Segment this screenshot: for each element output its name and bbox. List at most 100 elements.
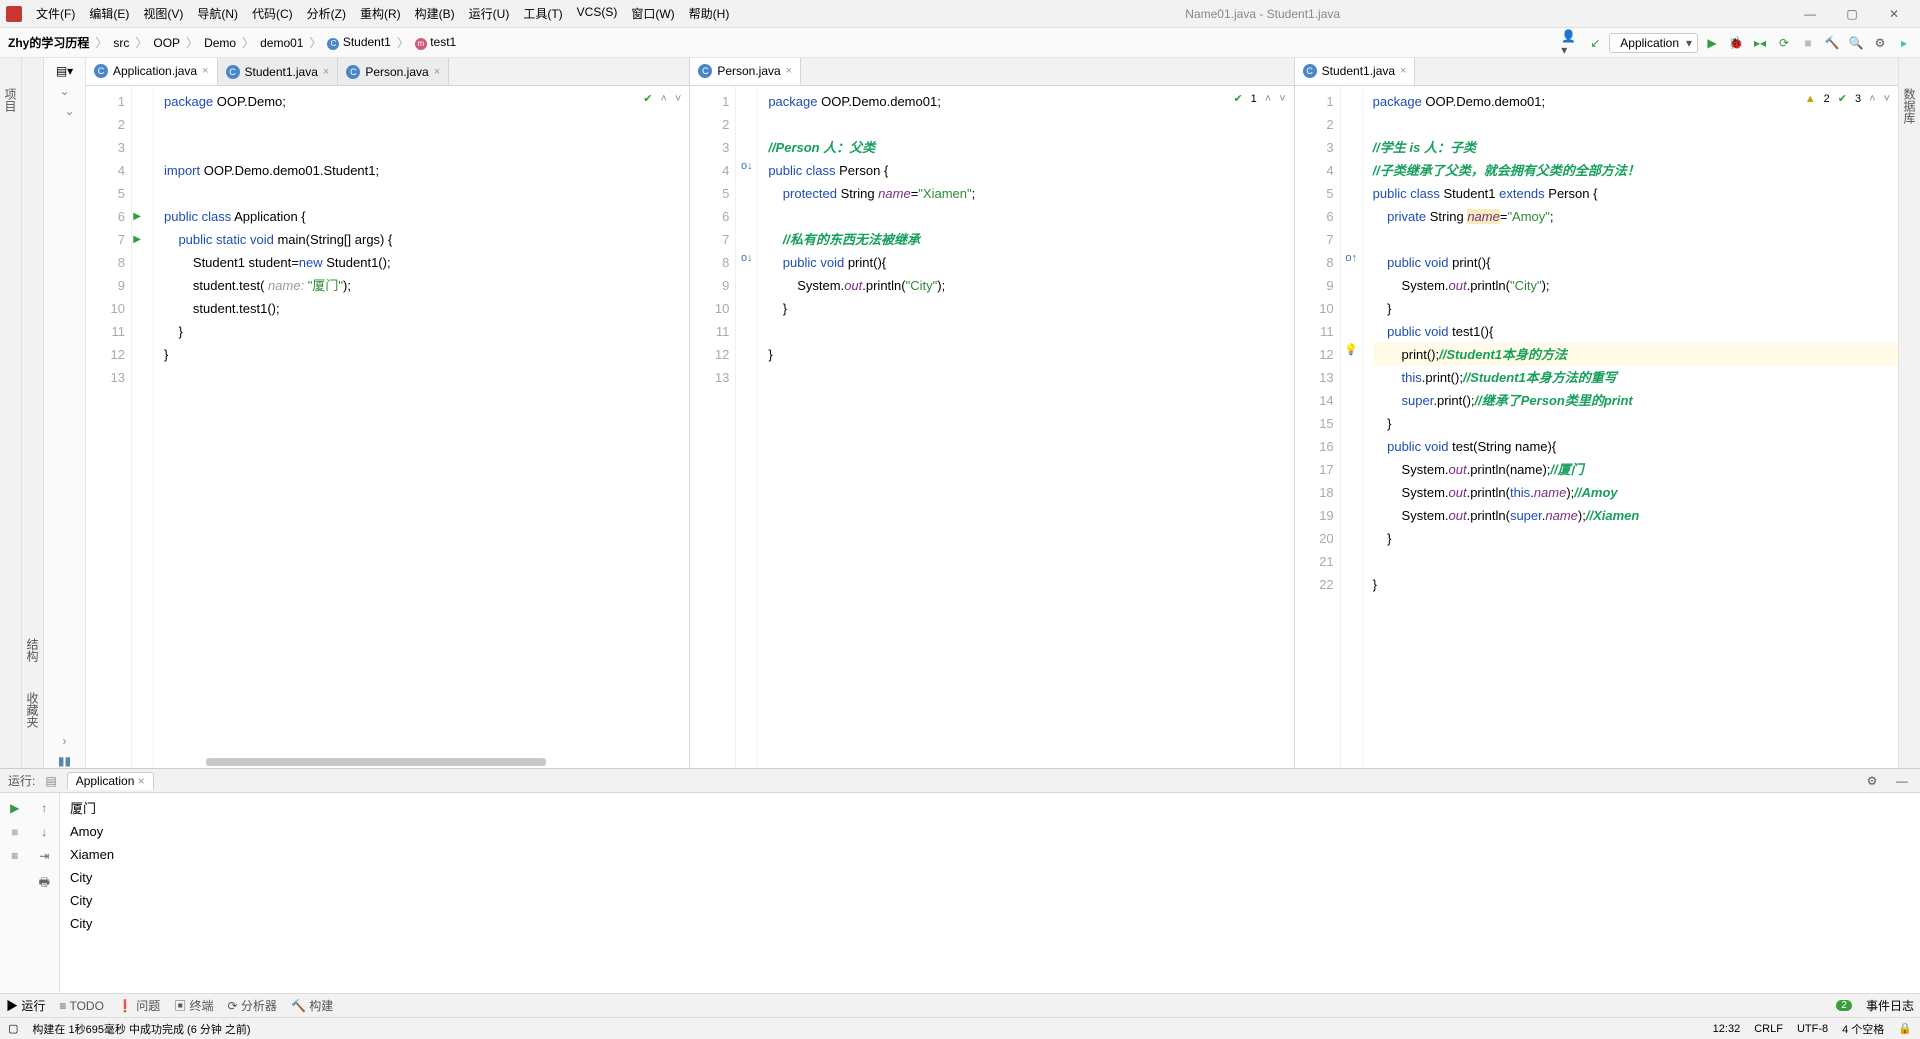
stop-button[interactable]: ■ <box>1798 33 1818 53</box>
breadcrumb-item[interactable]: C Student1 <box>325 34 392 51</box>
breadcrumb-item[interactable]: Demo <box>202 35 238 51</box>
settings-icon[interactable]: ⚙ <box>1870 33 1890 53</box>
bottom-tool-tab[interactable]: ≡ TODO <box>59 997 104 1014</box>
menu-item[interactable]: 工具(T) <box>517 3 568 24</box>
inspection-widget[interactable]: ✔1˄˅ <box>1233 92 1285 105</box>
menu-item[interactable]: 文件(F) <box>30 3 81 24</box>
bottom-tool-tab[interactable]: ▶ 运行 <box>6 997 45 1014</box>
breadcrumb-item[interactable]: m test1 <box>413 34 458 51</box>
gutter-icons[interactable]: o↑ 💡 <box>1341 86 1363 768</box>
breadcrumb-item[interactable]: Zhy的学习历程 <box>6 33 91 52</box>
intention-bulb-icon[interactable]: 💡 <box>1344 339 1358 362</box>
menu-item[interactable]: 构建(B) <box>409 3 461 24</box>
line-number-gutter[interactable]: 12345678910111213 <box>86 86 132 768</box>
structure-tool-label[interactable]: 结构 <box>24 638 41 662</box>
add-user-icon[interactable]: 👤▾ <box>1561 33 1581 53</box>
run-configuration-selector[interactable]: Application <box>1609 33 1698 53</box>
maximize-button[interactable]: ▢ <box>1832 7 1872 21</box>
up-icon[interactable]: ↑ <box>41 801 47 815</box>
close-tab-icon[interactable]: × <box>202 65 208 77</box>
editor-tab[interactable]: CStudent1.java× <box>1295 58 1416 85</box>
stats-icon[interactable]: ▮▮ <box>58 754 71 768</box>
print-icon[interactable]: 🖶 <box>39 873 50 894</box>
bottom-tool-tab[interactable]: ▣ 终端 <box>174 997 213 1014</box>
prev-highlight-icon[interactable]: ˄ <box>1869 93 1875 105</box>
close-tab-icon[interactable]: × <box>786 65 792 77</box>
menu-item[interactable]: VCS(S) <box>571 3 624 24</box>
stop-run-icon[interactable]: ■ <box>11 825 18 839</box>
menu-item[interactable]: 运行(U) <box>463 3 516 24</box>
code-editor[interactable]: package OOP.Demo.demo01;//学生 is 人：子类//子类… <box>1363 86 1898 768</box>
status-line-sep[interactable]: CRLF <box>1754 1023 1783 1035</box>
next-highlight-icon[interactable]: ˅ <box>1884 93 1890 105</box>
tool-settings-icon[interactable]: ⚙ <box>1862 771 1882 791</box>
menu-item[interactable]: 分析(Z) <box>301 3 352 24</box>
editor-tab[interactable]: CPerson.java× <box>690 58 801 85</box>
database-tool-label[interactable]: 数据库 <box>1901 88 1918 124</box>
collapse-icon[interactable]: ⌄ <box>59 84 69 98</box>
next-highlight-icon[interactable]: ˅ <box>675 93 681 105</box>
bottom-tool-tab[interactable]: ⟳ 分析器 <box>228 997 277 1014</box>
rerun-icon[interactable]: ▶ <box>10 801 19 815</box>
collapse-icon-2[interactable]: ⌄ <box>64 104 74 118</box>
exit-icon[interactable]: ≡ <box>11 849 18 863</box>
prev-highlight-icon[interactable]: ˄ <box>1265 93 1271 105</box>
status-caret-pos[interactable]: 12:32 <box>1713 1023 1741 1035</box>
project-view-collapsed[interactable]: ▤▾ ⌄ ⌄ › ▮▮ <box>44 58 86 768</box>
expand-icon[interactable]: › <box>63 734 67 748</box>
menu-item[interactable]: 视图(V) <box>137 3 189 24</box>
status-indent[interactable]: 4 个空格 <box>1842 1021 1884 1037</box>
menu-item[interactable]: 导航(N) <box>191 3 244 24</box>
line-number-gutter[interactable]: 12345678910111213141516171819202122 <box>1295 86 1341 768</box>
favorites-tool-label[interactable]: 收藏夹 <box>24 692 41 728</box>
breadcrumb-item[interactable]: src <box>111 35 131 51</box>
menu-item[interactable]: 重构(R) <box>354 3 407 24</box>
inspection-widget[interactable]: ▲2✔3˄˅ <box>1805 92 1890 105</box>
prev-highlight-icon[interactable]: ˄ <box>660 93 666 105</box>
run-tab-application[interactable]: Application × <box>67 772 154 790</box>
debug-button[interactable]: 🐞 <box>1726 33 1746 53</box>
menu-item[interactable]: 帮助(H) <box>683 3 736 24</box>
breadcrumb-item[interactable]: OOP <box>151 35 182 51</box>
editor-tab[interactable]: CApplication.java× <box>86 58 218 85</box>
override-icon[interactable]: o↓ <box>741 247 753 270</box>
gutter-icons[interactable]: o↓ o↓ <box>736 86 758 768</box>
code-editor[interactable]: package OOP.Demo;import OOP.Demo.demo01.… <box>154 86 689 768</box>
run-button[interactable]: ▶ <box>1702 33 1722 53</box>
down-icon[interactable]: ↓ <box>41 825 47 839</box>
close-tab-icon[interactable]: × <box>1400 65 1406 77</box>
close-tab-icon[interactable]: × <box>323 66 329 78</box>
menu-item[interactable]: 窗口(W) <box>625 3 680 24</box>
horizontal-scrollbar[interactable] <box>206 758 546 766</box>
status-encoding[interactable]: UTF-8 <box>1797 1023 1828 1035</box>
event-log-button[interactable]: 事件日志 <box>1866 997 1914 1014</box>
status-lock-icon[interactable]: 🔒 <box>1898 1022 1912 1035</box>
coverage-button[interactable]: ▸◂ <box>1750 33 1770 53</box>
minimize-button[interactable]: — <box>1790 7 1830 21</box>
project-dropdown-icon[interactable]: ▤▾ <box>56 64 73 78</box>
bottom-tool-tab[interactable]: 🔨 构建 <box>291 997 333 1014</box>
menu-item[interactable]: 代码(C) <box>246 3 299 24</box>
tool-hide-icon[interactable]: — <box>1892 771 1912 791</box>
profile-button[interactable]: ⟳ <box>1774 33 1794 53</box>
line-number-gutter[interactable]: 12345678910111213 <box>690 86 736 768</box>
bottom-tool-tab[interactable]: ❗ 问题 <box>118 997 160 1014</box>
gutter-icons[interactable] <box>132 86 154 768</box>
console-output[interactable]: 厦门AmoyXiamenCityCityCity <box>60 793 1920 993</box>
more-icon[interactable]: ▸ <box>1894 33 1914 53</box>
override-icon[interactable]: o↓ <box>741 155 753 178</box>
close-tab-icon[interactable]: × <box>434 66 440 78</box>
editor-tab[interactable]: CPerson.java× <box>338 58 449 85</box>
build-tool-icon[interactable]: 🔨 <box>1822 33 1842 53</box>
breadcrumb[interactable]: Zhy的学习历程〉src〉OOP〉Demo〉demo01〉C Student1〉… <box>6 33 458 52</box>
wrap-icon[interactable]: ⇥ <box>39 849 49 863</box>
code-editor[interactable]: package OOP.Demo.demo01;//Person 人：父类pub… <box>758 86 1293 768</box>
inspection-widget[interactable]: ✔˄˅ <box>643 92 681 105</box>
next-highlight-icon[interactable]: ˅ <box>1279 93 1285 105</box>
search-icon[interactable]: 🔍 <box>1846 33 1866 53</box>
close-window-button[interactable]: ✕ <box>1874 7 1914 21</box>
override-icon[interactable]: o↑ <box>1345 247 1357 270</box>
project-tool-label[interactable]: 项目 <box>2 88 19 112</box>
update-icon[interactable]: ↙ <box>1585 33 1605 53</box>
breadcrumb-item[interactable]: demo01 <box>258 35 305 51</box>
